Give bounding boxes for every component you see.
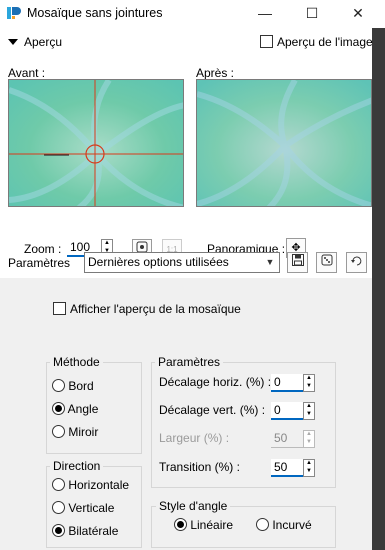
width-input[interactable]: 50 xyxy=(271,430,303,448)
chevron-down-icon: ▼ xyxy=(265,257,275,267)
dice-icon xyxy=(321,254,332,266)
vertical-offset-input[interactable]: 0 xyxy=(271,402,303,420)
spin-up-icon[interactable]: ▲ xyxy=(304,403,314,411)
app-icon xyxy=(6,5,22,21)
spin-down-icon[interactable]: ▼ xyxy=(304,468,314,476)
radio-circle[interactable] xyxy=(52,379,65,392)
window-title: Mosaïque sans jointures xyxy=(27,6,163,20)
mosaic-preview-label: Afficher l'aperçu de la mosaïque xyxy=(70,302,241,316)
horizontal-offset-spinner[interactable]: ▲ ▼ xyxy=(303,374,315,392)
radio-label: Verticale xyxy=(68,501,115,515)
minimize-button[interactable]: — xyxy=(242,0,288,28)
radio-circle[interactable] xyxy=(52,501,65,514)
radio-style-lineaire[interactable]: Linéaire xyxy=(174,518,233,532)
reset-button[interactable] xyxy=(346,252,367,273)
apercu-toggle[interactable]: Aperçu xyxy=(8,35,62,49)
preset-value: Dernières options utilisées xyxy=(88,255,229,269)
radio-circle[interactable] xyxy=(52,478,65,491)
image-preview-checkbox[interactable]: Aperçu de l'image xyxy=(260,35,373,49)
radio-direction-bilaterale[interactable]: Bilatérale xyxy=(52,524,118,538)
radio-methode-miroir[interactable]: Miroir xyxy=(52,425,98,439)
style-angle-title: Style d'angle xyxy=(156,499,231,513)
radio-label: Angle xyxy=(67,402,99,416)
radio-label: Miroir xyxy=(68,425,99,439)
spin-up-icon[interactable]: ▲ xyxy=(304,460,314,468)
radio-methode-bord[interactable]: Bord xyxy=(52,379,94,393)
width-label: Largeur (%) : xyxy=(159,431,230,445)
radio-label: Bilatérale xyxy=(68,524,119,538)
collapse-arrow-icon xyxy=(8,39,18,45)
parametres-label: Paramètres xyxy=(8,256,71,270)
spin-up-icon[interactable]: ▲ xyxy=(102,240,112,248)
radio-direction-verticale[interactable]: Verticale xyxy=(52,501,114,515)
before-label: Avant : xyxy=(8,66,46,80)
spin-up-icon[interactable]: ▲ xyxy=(304,375,314,383)
spin-down-icon[interactable]: ▼ xyxy=(304,383,314,391)
checkbox-box[interactable] xyxy=(260,35,273,48)
horizontal-offset-input[interactable]: 0 xyxy=(271,374,303,392)
after-preview xyxy=(196,79,372,207)
radio-circle[interactable] xyxy=(174,518,187,531)
vertical-offset-spinner[interactable]: ▲ ▼ xyxy=(303,402,315,420)
apercu-label: Aperçu xyxy=(24,35,63,49)
radio-label: Horizontale xyxy=(68,478,130,492)
image-preview-label: Aperçu de l'image xyxy=(277,35,373,49)
transition-label: Transition (%) : xyxy=(159,460,240,474)
spin-up-icon[interactable]: ▲ xyxy=(304,431,314,439)
transition-input[interactable]: 50 xyxy=(271,459,303,477)
parametres-group-title: Paramètres xyxy=(155,355,224,369)
radio-circle[interactable] xyxy=(256,518,269,531)
radio-label: Linéaire xyxy=(190,518,234,532)
width-spinner[interactable]: ▲ ▼ xyxy=(303,430,315,448)
maximize-button[interactable]: ☐ xyxy=(289,0,335,28)
zoom-label: Zoom : xyxy=(24,242,62,256)
horizontal-offset-label: Décalage horiz. (%) : xyxy=(159,375,272,389)
radio-circle[interactable] xyxy=(52,402,65,415)
radio-circle[interactable] xyxy=(52,425,65,438)
reset-icon xyxy=(350,256,361,266)
radio-circle[interactable] xyxy=(52,524,65,537)
before-preview[interactable] xyxy=(8,79,184,207)
radio-label: Incurvé xyxy=(272,518,312,532)
background-window-strip xyxy=(372,28,385,550)
radio-methode-angle[interactable]: Angle xyxy=(52,402,98,416)
vertical-offset-label: Décalage vert. (%) : xyxy=(159,403,266,417)
after-label: Après : xyxy=(196,66,235,80)
checkbox-box[interactable] xyxy=(53,302,66,315)
methode-title: Méthode xyxy=(50,355,103,369)
randomize-button[interactable] xyxy=(316,252,337,273)
transition-spinner[interactable]: ▲ ▼ xyxy=(303,459,315,477)
save-preset-button[interactable] xyxy=(287,252,308,273)
spin-down-icon[interactable]: ▼ xyxy=(304,439,314,447)
mosaic-preview-checkbox[interactable]: Afficher l'aperçu de la mosaïque xyxy=(53,302,241,316)
radio-style-incurve[interactable]: Incurvé xyxy=(256,518,312,532)
close-button[interactable]: ✕ xyxy=(335,0,381,28)
direction-title: Direction xyxy=(50,459,104,473)
radio-direction-horizontale[interactable]: Horizontale xyxy=(52,478,129,492)
spin-down-icon[interactable]: ▼ xyxy=(304,411,314,419)
preset-select[interactable]: Dernières options utilisées ▼ xyxy=(84,252,280,273)
save-icon xyxy=(291,254,304,266)
radio-label: Bord xyxy=(68,379,94,393)
